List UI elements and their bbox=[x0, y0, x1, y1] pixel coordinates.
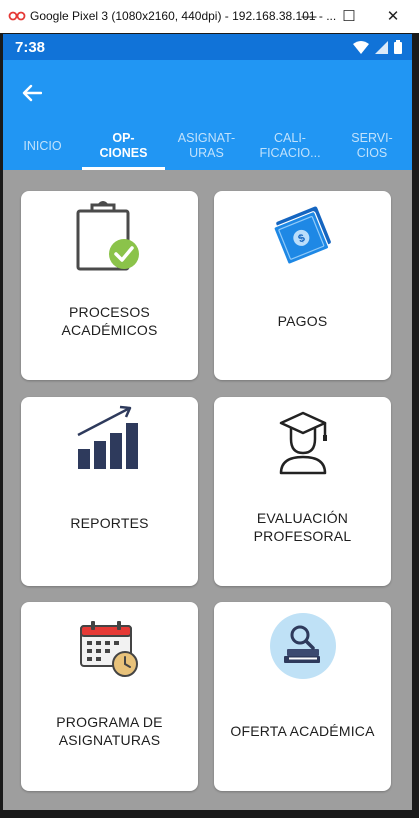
card-reportes[interactable]: REPORTES bbox=[21, 397, 198, 586]
app-bar: INICIO OP- CIONES ASIGNAT- URAS CALI- FICAC… bbox=[3, 60, 412, 170]
tab-label: URAS bbox=[189, 146, 224, 160]
card-evaluacion-profesoral[interactable]: EVALUACIÓN PROFESORAL bbox=[214, 397, 391, 586]
options-grid: PROCESOS ACADÉMICOS $ PAGOS REPORTES EVA… bbox=[3, 170, 412, 810]
card-label: OFERTA ACADÉMICA bbox=[220, 722, 385, 740]
status-icons bbox=[353, 40, 402, 54]
calendar-clock-icon bbox=[21, 620, 198, 678]
tab-label: CIOS bbox=[356, 146, 388, 160]
wifi-icon bbox=[353, 40, 369, 54]
tab-label: SERVI- bbox=[351, 131, 393, 145]
money-bills-icon: $ bbox=[214, 201, 391, 267]
status-bar: 7:38 bbox=[3, 34, 412, 60]
window-titlebar: Google Pixel 3 (1080x2160, 440dpi) - 192… bbox=[0, 0, 419, 33]
tab-label: OP- bbox=[112, 131, 135, 145]
tab-label: FICACIO... bbox=[259, 146, 321, 160]
minimize-button[interactable]: — bbox=[297, 5, 321, 27]
tab-inicio[interactable]: INICIO bbox=[3, 122, 82, 170]
bar-chart-growth-icon bbox=[21, 405, 198, 471]
card-label-line: PROCESOS bbox=[69, 304, 150, 320]
back-button[interactable] bbox=[15, 76, 49, 110]
card-label: PROCESOS ACADÉMICOS bbox=[27, 303, 192, 339]
tab-calificaciones[interactable]: CALI- FICACIO... bbox=[248, 122, 332, 170]
card-label-line: REPORTES bbox=[70, 515, 149, 531]
card-label-line: EVALUACIÓN bbox=[256, 510, 349, 526]
tab-label: CALI- bbox=[274, 131, 306, 145]
tab-label: CIONES bbox=[99, 146, 148, 160]
card-programa-asignaturas[interactable]: PROGRAMA DE ASIGNATURAS bbox=[21, 602, 198, 791]
card-label-line: PROFESORAL bbox=[253, 528, 352, 544]
tab-label: INICIO bbox=[23, 138, 62, 153]
status-time: 7:38 bbox=[15, 39, 46, 56]
tab-bar: INICIO OP- CIONES ASIGNAT- URAS CALI- FICAC… bbox=[3, 122, 412, 170]
card-label-line: ASIGNATURAS bbox=[58, 732, 161, 748]
card-label-line: PAGOS bbox=[277, 313, 328, 329]
card-pagos[interactable]: $ PAGOS bbox=[214, 191, 391, 380]
card-label: REPORTES bbox=[27, 514, 192, 532]
tab-servicios[interactable]: SERVI- CIOS bbox=[332, 122, 412, 170]
clipboard-check-icon bbox=[21, 201, 198, 273]
tab-label: ASIGNAT- bbox=[177, 131, 236, 145]
card-label: EVALUACIÓN PROFESORAL bbox=[220, 509, 385, 545]
back-arrow-icon bbox=[22, 84, 42, 102]
card-label: PAGOS bbox=[220, 312, 385, 330]
emulator-logo-icon bbox=[8, 11, 26, 21]
card-label: PROGRAMA DE ASIGNATURAS bbox=[27, 713, 192, 749]
teacher-graduate-icon bbox=[214, 409, 391, 475]
card-label-line: OFERTA ACADÉMICA bbox=[230, 723, 375, 739]
tab-asignaturas[interactable]: ASIGNAT- URAS bbox=[165, 122, 248, 170]
card-procesos-academicos[interactable]: PROCESOS ACADÉMICOS bbox=[21, 191, 198, 380]
card-label-line: ACADÉMICOS bbox=[61, 322, 158, 338]
card-oferta-academica[interactable]: OFERTA ACADÉMICA bbox=[214, 602, 391, 791]
cell-signal-icon bbox=[375, 40, 388, 54]
books-search-icon bbox=[214, 612, 391, 680]
maximize-button[interactable]: ☐ bbox=[337, 5, 361, 27]
window-title: Google Pixel 3 (1080x2160, 440dpi) - 192… bbox=[30, 9, 337, 23]
device-bottom-edge bbox=[3, 810, 412, 818]
battery-icon bbox=[394, 40, 402, 54]
close-window-button[interactable]: ✕ bbox=[381, 5, 405, 27]
tab-opciones[interactable]: OP- CIONES bbox=[82, 122, 165, 170]
card-label-line: PROGRAMA DE bbox=[56, 714, 163, 730]
